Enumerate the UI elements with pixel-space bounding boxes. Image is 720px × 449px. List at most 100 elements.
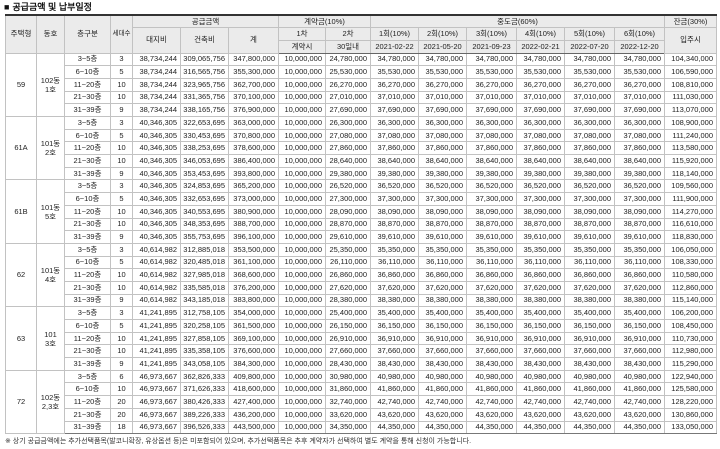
interim-6-cell: 36,150,000 bbox=[614, 319, 666, 333]
table-row: 63 101 3호 3~5층 3 41,241,895 312,758,105 354,000… bbox=[5, 306, 718, 371]
land-cost-cell: 38,734,244 bbox=[132, 103, 181, 117]
deposit-1st-cell: 10,000,000 bbox=[278, 128, 327, 143]
deposit-1st-cell: 10,000,000 bbox=[278, 217, 327, 232]
land-cost-cell: 40,346,305 bbox=[132, 154, 181, 168]
interim-1-cell: 34,780,000 bbox=[370, 52, 420, 67]
deposit-2nd-cell: 28,380,000 bbox=[325, 293, 372, 308]
floor-range-cell: 3~5층 bbox=[64, 306, 111, 320]
interim-5-cell: 43,620,000 bbox=[564, 407, 616, 422]
land-cost-cell: 40,346,305 bbox=[132, 179, 181, 194]
interim-2-cell: 38,090,000 bbox=[418, 204, 468, 219]
balance-cell: 111,240,000 bbox=[664, 128, 718, 143]
interim-4-cell: 34,780,000 bbox=[516, 52, 566, 67]
table-row: 31~39층 9 40,346,305 355,753,695 396,100,000 1… bbox=[6, 230, 718, 244]
header-interim-date: 2021-05-20 bbox=[418, 39, 468, 54]
interim-5-cell: 38,870,000 bbox=[564, 217, 616, 232]
header-interim-date: 2021-09-23 bbox=[466, 39, 518, 54]
deposit-1st-cell: 10,000,000 bbox=[278, 230, 327, 244]
balance-cell: 130,860,000 bbox=[664, 407, 718, 422]
interim-1-cell: 38,380,000 bbox=[370, 293, 420, 308]
deposit-1st-cell: 10,000,000 bbox=[278, 65, 327, 79]
balance-cell: 133,050,000 bbox=[664, 420, 718, 435]
header-unit-type: 주택형 bbox=[5, 14, 37, 54]
interim-5-cell: 36,150,000 bbox=[564, 319, 616, 333]
table-row: 21~30층 20 46,973,667 389,226,333 436,200,000… bbox=[6, 407, 718, 422]
total-price-cell: 368,600,000 bbox=[227, 268, 280, 282]
deposit-2nd-cell: 26,520,000 bbox=[325, 179, 372, 194]
total-price-cell: 396,100,000 bbox=[227, 230, 280, 244]
interim-4-cell: 37,690,000 bbox=[516, 103, 566, 117]
land-cost-cell: 40,346,305 bbox=[132, 204, 181, 219]
interim-5-cell: 38,430,000 bbox=[564, 357, 616, 371]
interim-5-cell: 35,350,000 bbox=[564, 242, 616, 257]
units-cell: 10 bbox=[110, 90, 133, 105]
interim-1-cell: 37,080,000 bbox=[370, 128, 420, 143]
unit-type-cell: 61B bbox=[5, 179, 37, 244]
interim-2-cell: 36,110,000 bbox=[418, 255, 468, 270]
interim-4-cell: 43,620,000 bbox=[516, 407, 566, 422]
deposit-1st-cell: 10,000,000 bbox=[278, 90, 327, 105]
interim-6-cell: 36,110,000 bbox=[614, 255, 666, 270]
deposit-1st-cell: 10,000,000 bbox=[278, 280, 327, 295]
header-interim-date: 2022-02-21 bbox=[516, 39, 566, 54]
deposit-1st-cell: 10,000,000 bbox=[278, 331, 327, 346]
unit-type-cell: 62 bbox=[5, 242, 37, 308]
interim-5-cell: 34,780,000 bbox=[564, 52, 616, 67]
interim-4-cell: 37,860,000 bbox=[516, 141, 566, 156]
interim-1-cell: 38,640,000 bbox=[370, 154, 420, 168]
interim-1-cell: 43,620,000 bbox=[370, 407, 420, 422]
title-marker: ■ bbox=[4, 2, 10, 12]
interim-6-cell: 44,350,000 bbox=[614, 420, 666, 435]
table-row: 6~10층 10 46,973,667 371,626,333 418,600,000 1… bbox=[6, 382, 718, 397]
building-unit-cell: 102동 2,3호 bbox=[36, 369, 65, 435]
header-deposit-2nd: 2차 bbox=[325, 27, 372, 41]
land-cost-cell: 38,734,244 bbox=[132, 77, 181, 92]
interim-1-cell: 38,430,000 bbox=[370, 357, 420, 371]
table-row: 72 102동 2,3호 3~5층 6 46,973,667 362,826,333 409,… bbox=[5, 369, 718, 435]
interim-2-cell: 40,980,000 bbox=[418, 369, 468, 384]
footnote: ※ 상기 공급금액에는 추가선택품목(발코니확장, 유상옵션 등)은 미포함되어… bbox=[5, 438, 472, 445]
interim-6-cell: 38,640,000 bbox=[614, 154, 666, 168]
land-cost-cell: 40,346,305 bbox=[132, 141, 181, 156]
building-cost-cell: 312,758,105 bbox=[180, 306, 229, 320]
units-cell: 9 bbox=[110, 230, 133, 244]
interim-6-cell: 38,090,000 bbox=[614, 204, 666, 219]
interim-2-cell: 36,150,000 bbox=[418, 319, 468, 333]
interim-6-cell: 41,860,000 bbox=[614, 382, 666, 397]
building-unit-line: 2,3호 bbox=[41, 401, 60, 411]
table-row: 11~20층 20 46,973,667 380,426,333 427,400,000… bbox=[6, 395, 718, 409]
building-cost-cell: 309,065,756 bbox=[180, 52, 229, 67]
interim-4-cell: 35,530,000 bbox=[516, 65, 566, 79]
deposit-2nd-cell: 27,080,000 bbox=[325, 128, 372, 143]
interim-3-cell: 36,110,000 bbox=[466, 255, 518, 270]
building-cost-cell: 327,985,018 bbox=[180, 268, 229, 282]
interim-6-cell: 36,910,000 bbox=[614, 331, 666, 346]
interim-4-cell: 42,740,000 bbox=[516, 395, 566, 409]
building-unit-line: 102동 bbox=[40, 75, 61, 85]
interim-6-cell: 35,400,000 bbox=[614, 306, 666, 320]
interim-3-cell: 36,860,000 bbox=[466, 268, 518, 282]
deposit-1st-cell: 10,000,000 bbox=[278, 52, 327, 67]
building-cost-cell: 316,565,756 bbox=[180, 65, 229, 79]
unit-type-cell: 63 bbox=[5, 306, 37, 371]
header-interim-round: 2회(10%) bbox=[418, 27, 468, 41]
total-price-cell: 378,600,000 bbox=[227, 141, 280, 156]
deposit-2nd-cell: 27,010,000 bbox=[325, 90, 372, 105]
deposit-2nd-cell: 31,860,000 bbox=[325, 382, 372, 397]
total-price-cell: 436,200,000 bbox=[227, 407, 280, 422]
total-price-cell: 376,200,000 bbox=[227, 280, 280, 295]
table-row: 6~10층 5 38,734,244 316,565,756 355,300,000 10… bbox=[6, 65, 718, 79]
interim-5-cell: 38,090,000 bbox=[564, 204, 616, 219]
header-building-unit: 동호 bbox=[36, 14, 65, 54]
title-text: 공급금액 및 납부일정 bbox=[12, 2, 92, 12]
interim-2-cell: 43,620,000 bbox=[418, 407, 468, 422]
balance-cell: 112,980,000 bbox=[664, 344, 718, 359]
interim-3-cell: 44,350,000 bbox=[466, 420, 518, 435]
header-total-price: 계 bbox=[227, 27, 280, 54]
total-price-cell: 362,700,000 bbox=[227, 77, 280, 92]
interim-1-cell: 39,610,000 bbox=[370, 230, 420, 244]
interim-6-cell: 37,660,000 bbox=[614, 344, 666, 359]
interim-3-cell: 35,400,000 bbox=[466, 306, 518, 320]
land-cost-cell: 38,734,244 bbox=[132, 65, 181, 79]
total-price-cell: 373,000,000 bbox=[227, 192, 280, 206]
